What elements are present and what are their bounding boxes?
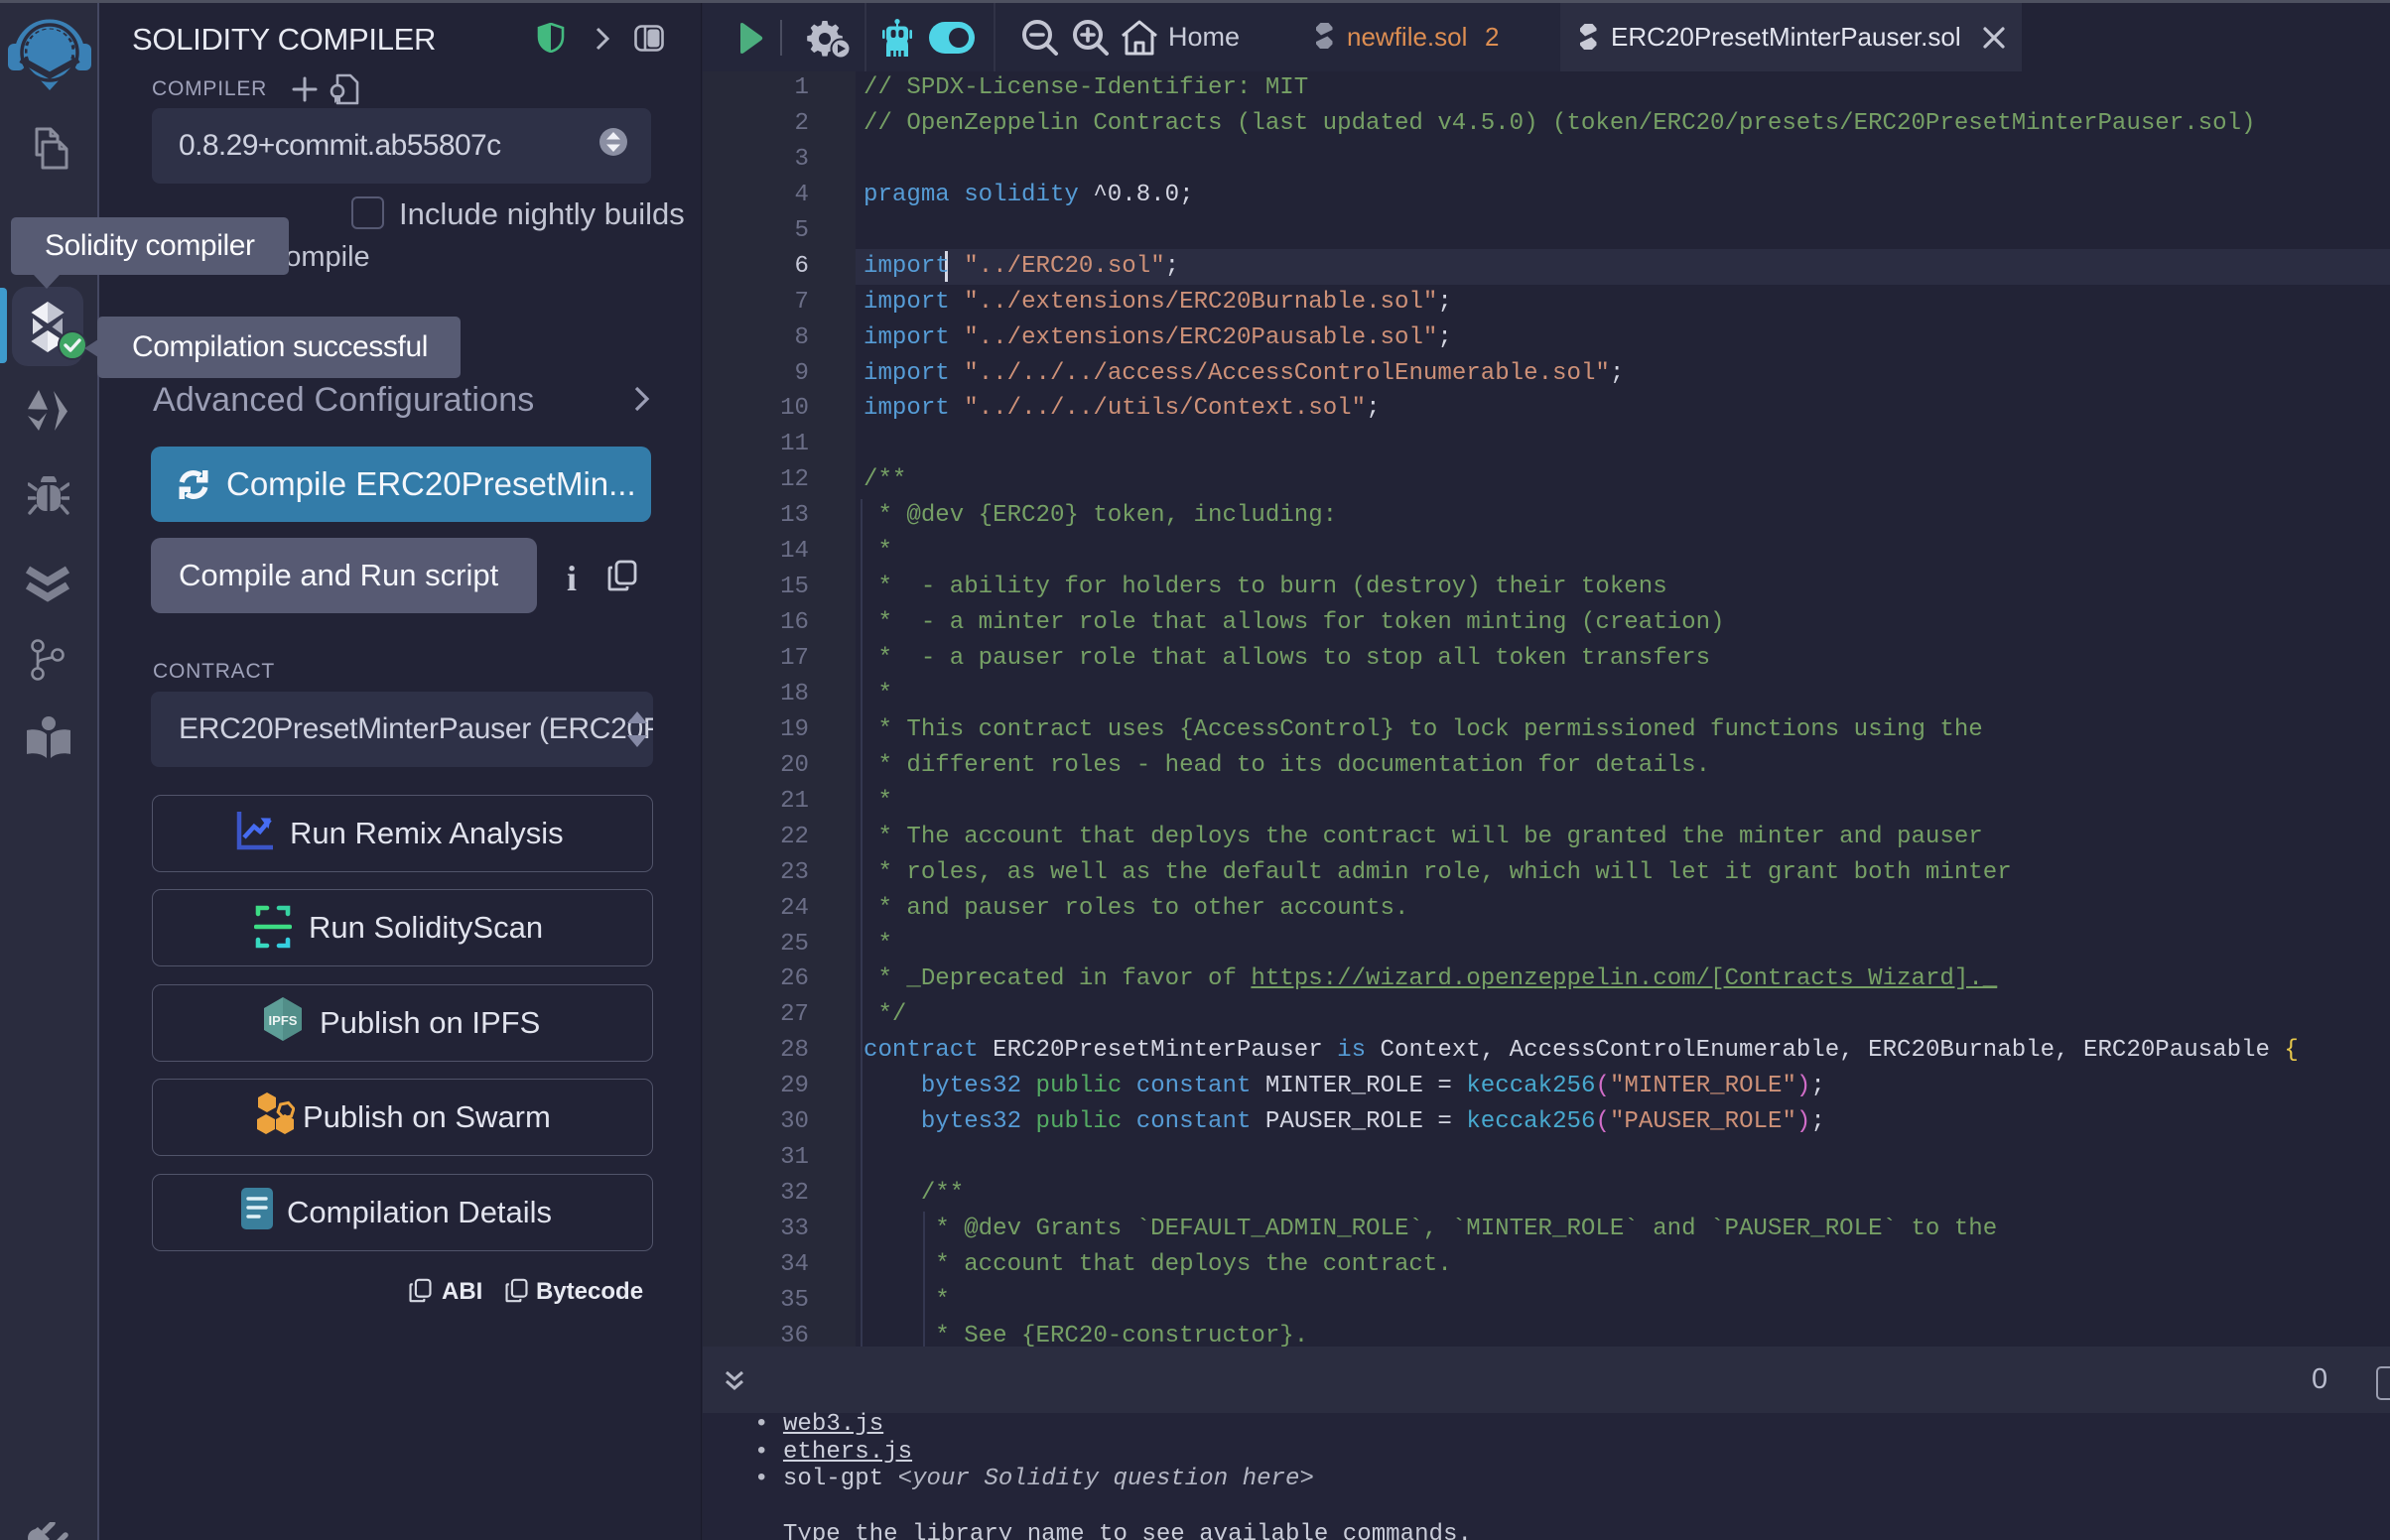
svg-text:IPFS: IPFS bbox=[269, 1013, 298, 1028]
